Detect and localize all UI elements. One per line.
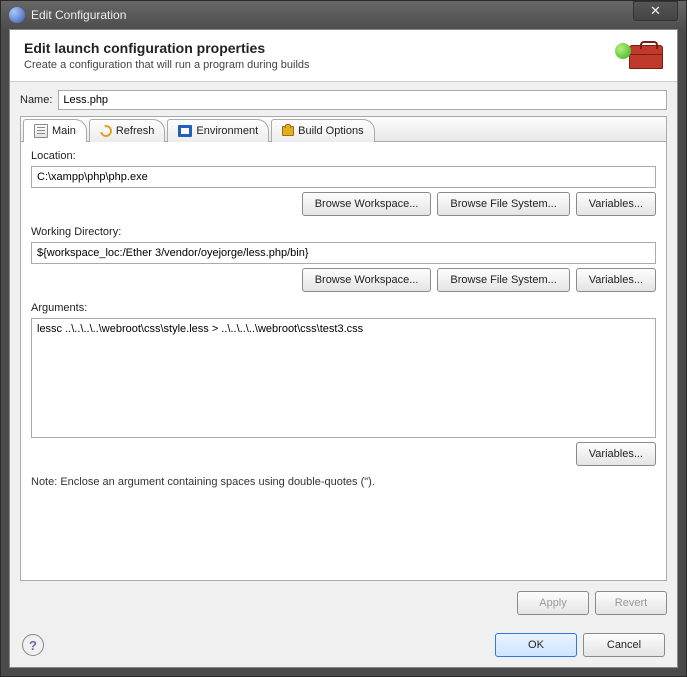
- tab-build-options[interactable]: Build Options: [271, 119, 374, 142]
- app-icon: [9, 7, 25, 23]
- page-title: Edit launch configuration properties: [24, 40, 615, 56]
- arguments-note: Note: Enclose an argument containing spa…: [31, 476, 656, 488]
- arguments-label: Arguments:: [31, 302, 656, 314]
- workdir-label: Working Directory:: [31, 226, 656, 238]
- dialog-window: Edit Configuration ✕ Edit launch configu…: [0, 0, 687, 677]
- revert-button[interactable]: Revert: [595, 591, 667, 615]
- name-label: Name:: [20, 94, 52, 106]
- page-subtitle: Create a configuration that will run a p…: [24, 59, 615, 71]
- tab-refresh-label: Refresh: [116, 125, 155, 137]
- tab-refresh[interactable]: Refresh: [89, 119, 166, 142]
- workdir-browse-filesystem-button[interactable]: Browse File System...: [437, 268, 569, 292]
- tab-main[interactable]: Main: [23, 119, 87, 142]
- workdir-browse-workspace-button[interactable]: Browse Workspace...: [302, 268, 432, 292]
- ok-button[interactable]: OK: [495, 633, 577, 657]
- client-area: Edit launch configuration properties Cre…: [9, 29, 678, 668]
- main-icon: [34, 124, 48, 138]
- name-input[interactable]: [58, 90, 667, 110]
- environment-icon: [178, 125, 192, 137]
- workdir-input[interactable]: [31, 242, 656, 264]
- tab-environment-label: Environment: [196, 125, 258, 137]
- location-browse-filesystem-button[interactable]: Browse File System...: [437, 192, 569, 216]
- tab-bar: Main Refresh Environment Build Options: [21, 117, 666, 142]
- main-tab-content: Location: Browse Workspace... Browse Fil…: [21, 142, 666, 580]
- location-label: Location:: [31, 150, 656, 162]
- build-icon: [282, 126, 294, 136]
- workdir-variables-button[interactable]: Variables...: [576, 268, 656, 292]
- tab-environment[interactable]: Environment: [167, 119, 269, 142]
- location-input[interactable]: [31, 166, 656, 188]
- arguments-textarea[interactable]: [31, 318, 656, 438]
- tab-main-label: Main: [52, 125, 76, 137]
- dialog-header: Edit launch configuration properties Cre…: [10, 30, 677, 82]
- close-button[interactable]: ✕: [633, 1, 678, 21]
- toolbox-icon: [629, 45, 663, 69]
- help-button[interactable]: ?: [22, 634, 44, 656]
- location-variables-button[interactable]: Variables...: [576, 192, 656, 216]
- titlebar[interactable]: Edit Configuration ✕: [1, 1, 686, 29]
- run-icon: [615, 43, 631, 59]
- dialog-footer: ? OK Cancel: [10, 623, 677, 667]
- tab-folder: Main Refresh Environment Build Options: [20, 116, 667, 581]
- location-browse-workspace-button[interactable]: Browse Workspace...: [302, 192, 432, 216]
- apply-button[interactable]: Apply: [517, 591, 589, 615]
- tab-build-label: Build Options: [298, 125, 363, 137]
- cancel-button[interactable]: Cancel: [583, 633, 665, 657]
- window-title: Edit Configuration: [31, 8, 633, 22]
- arguments-variables-button[interactable]: Variables...: [576, 442, 656, 466]
- refresh-icon: [98, 123, 114, 139]
